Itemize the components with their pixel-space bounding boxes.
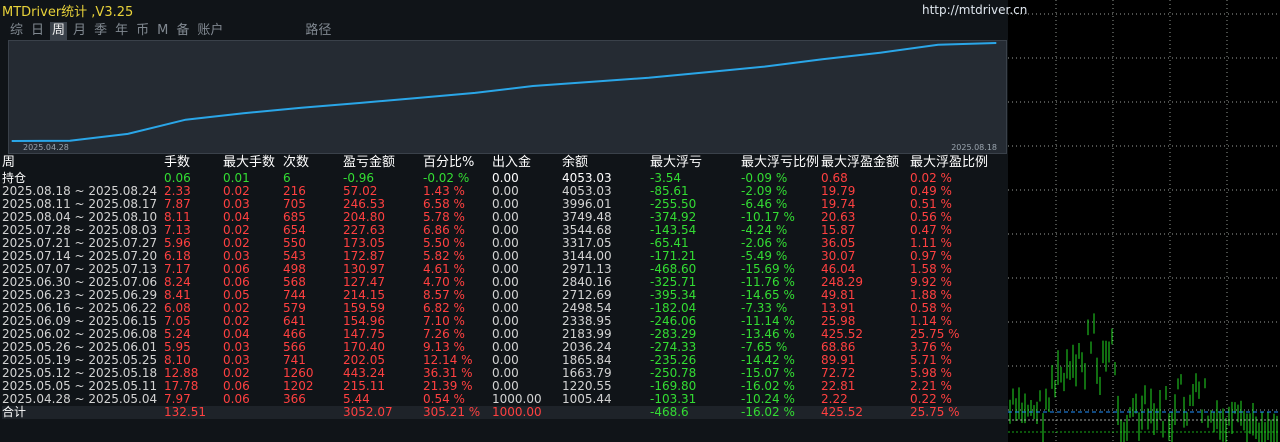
cell-pnl: 3052.07: [343, 406, 423, 419]
column-header: 最大手数: [223, 155, 276, 170]
column-header: 手数: [164, 155, 191, 170]
balance-chart: 2025.04.28 2025.08.18: [8, 40, 1007, 154]
column-header: 次数: [283, 155, 310, 170]
balance-point: [937, 44, 939, 46]
cell-max-fp-pct: 25.75 %: [910, 406, 1008, 419]
weekly-stats-table: 周 手数 最大手数 次数 盈亏金额 百分比% 出入金 余额 最大浮亏 最大浮亏比例 最大浮盈金额 最大…: [2, 154, 1008, 419]
price-chart-background: [1008, 0, 1280, 442]
tab-5[interactable]: 年: [113, 22, 130, 40]
tab-0[interactable]: 综: [8, 22, 25, 40]
cell-trades: [283, 406, 343, 419]
statistics-panel: MTDriver统计 ,V3.25 http://mtdriver.cn 综日周…: [0, 0, 1027, 442]
tab-2[interactable]: 周: [50, 22, 68, 40]
cell-max-lots: [223, 406, 283, 419]
period-cell: 合计: [2, 406, 164, 419]
column-header: 最大浮亏: [650, 155, 703, 170]
balance-point: [995, 42, 997, 44]
cell-balance: [562, 406, 650, 419]
balance-point: [300, 107, 303, 109]
x-end-label: 2025.08.18: [951, 143, 997, 152]
tab-8[interactable]: 备: [174, 22, 191, 40]
column-header: 最大浮盈比例: [910, 155, 989, 170]
cell-trades: 366: [283, 392, 306, 406]
balance-line: [11, 42, 997, 142]
tab-9[interactable]: 账户: [195, 22, 225, 40]
cell-max-lots: 0.06: [223, 392, 250, 406]
tab-7[interactable]: M: [155, 22, 170, 40]
x-start-label: 2025.04.28: [23, 143, 69, 152]
table-header-row: 周 手数 最大手数 次数 盈亏金额 百分比% 出入金 余额 最大浮亏 最大浮亏比例 最大浮盈金额 最大…: [2, 154, 1008, 172]
balance-point: [821, 58, 823, 60]
app-title: MTDriver统计 ,V3.25: [2, 5, 134, 20]
balance-point: [705, 71, 708, 73]
balance-point: [879, 52, 881, 54]
balance-point: [127, 133, 129, 135]
balance-point: [185, 119, 187, 121]
balance-point: [590, 81, 592, 83]
column-header: 余额: [562, 155, 589, 170]
cell-max-fp: 425.52: [821, 406, 910, 419]
balance-point: [11, 140, 13, 142]
total-row: 合计 132.51 3052.07 305.21 % 1000.00 -468.6 -16.…: [2, 406, 1008, 419]
column-header: 盈亏金额: [343, 155, 396, 170]
tab-1[interactable]: 日: [29, 22, 46, 40]
tab-10[interactable]: 路径: [303, 22, 333, 40]
cell-max-dd-pct: -16.02 %: [741, 406, 821, 419]
period-tabs: 综日周月季年币 M 备账户 路径: [8, 22, 333, 40]
cell-max-dd: -468.6: [650, 406, 741, 419]
balance-point: [474, 92, 476, 94]
balance-point: [358, 102, 360, 104]
tab-3[interactable]: 月: [71, 22, 88, 40]
balance-point: [648, 77, 650, 79]
period-cell: 2025.04.28 ~ 2025.05.04: [2, 392, 158, 406]
cell-lots: 132.51: [164, 406, 223, 419]
balance-point: [69, 140, 71, 142]
cell-pct: 305.21 %: [423, 406, 492, 419]
balance-point: [416, 97, 418, 99]
balance-chart-svg: 2025.04.28 2025.08.18: [11, 42, 997, 152]
cell-balance: 1005.44: [562, 392, 612, 406]
tab-6[interactable]: 币: [134, 22, 151, 40]
balance-point: [242, 112, 245, 114]
cell-flow: 1000.00: [492, 406, 562, 419]
column-header: 最大浮盈金额: [821, 155, 900, 170]
column-header: 百分比%: [423, 155, 475, 170]
column-header: 出入金: [492, 155, 532, 170]
tab-4[interactable]: 季: [92, 22, 109, 40]
column-header: 最大浮亏比例: [741, 155, 820, 170]
column-header: 周: [2, 155, 16, 170]
balance-point: [763, 66, 766, 68]
balance-point: [532, 85, 534, 87]
